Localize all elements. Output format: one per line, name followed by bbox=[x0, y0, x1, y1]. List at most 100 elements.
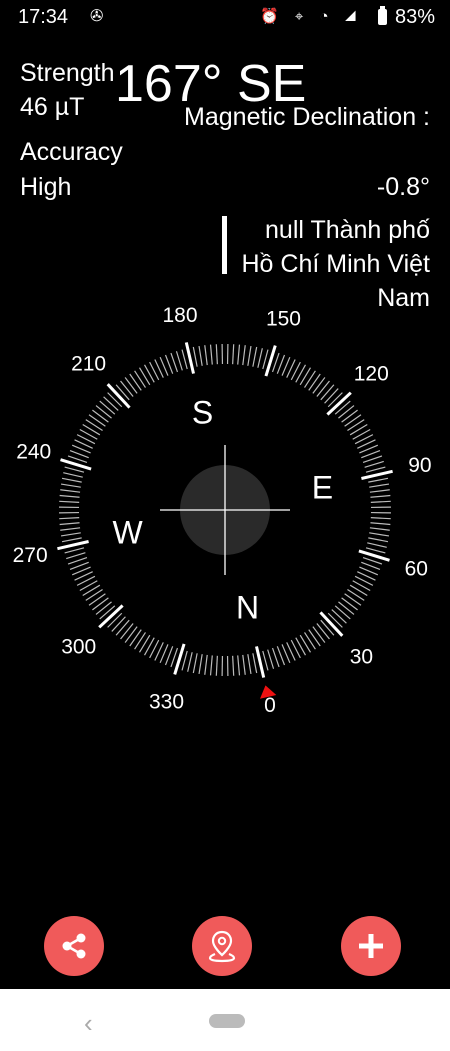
dial-tick bbox=[64, 547, 85, 554]
dial-tick bbox=[134, 632, 146, 650]
battery-percent: 83% bbox=[395, 6, 436, 28]
degree-label: 90 bbox=[408, 454, 431, 477]
dial-tick bbox=[66, 552, 86, 560]
camera-shutter-icon: ✇ bbox=[90, 8, 104, 25]
dial-tick bbox=[271, 647, 280, 668]
dial-tick bbox=[59, 494, 80, 498]
plus-icon bbox=[359, 934, 383, 958]
dial-tick bbox=[138, 367, 151, 386]
accuracy-value: High bbox=[20, 173, 72, 201]
dial-tick bbox=[85, 419, 103, 431]
dial-tick bbox=[107, 612, 123, 628]
dial-tick bbox=[198, 654, 203, 675]
dial-tick bbox=[60, 532, 81, 537]
dial-tick bbox=[334, 605, 351, 620]
degree-label: 120 bbox=[354, 363, 389, 386]
dial-tick bbox=[198, 345, 203, 366]
strength-value: 46 µT bbox=[20, 93, 85, 121]
dial-tick bbox=[349, 584, 368, 597]
dial-tick bbox=[120, 380, 134, 397]
dial-tick bbox=[181, 349, 188, 370]
dial-tick bbox=[349, 423, 368, 436]
degree-label: 270 bbox=[13, 544, 48, 567]
dial-tick bbox=[187, 652, 193, 672]
dial-tick bbox=[344, 593, 362, 606]
dial-tick bbox=[338, 405, 355, 419]
dial-tick bbox=[59, 522, 80, 526]
share-icon bbox=[62, 933, 86, 959]
dial-tick bbox=[327, 612, 343, 628]
dial-tick bbox=[107, 392, 123, 408]
dial-tick bbox=[312, 377, 326, 394]
battery-icon bbox=[378, 6, 387, 25]
dial-tick bbox=[181, 650, 188, 671]
dial-tick bbox=[362, 455, 383, 464]
dial-tick bbox=[124, 377, 138, 394]
degree-label: 180 bbox=[162, 304, 197, 327]
dial-tick bbox=[192, 653, 198, 674]
degree-label: 30 bbox=[350, 645, 373, 668]
degree-label: 60 bbox=[405, 557, 428, 580]
dial-tick bbox=[369, 532, 390, 537]
dial-tick bbox=[103, 396, 119, 411]
back-button[interactable]: ‹ bbox=[84, 1008, 93, 1039]
dial-tick bbox=[138, 634, 151, 653]
dial-tick bbox=[63, 472, 83, 478]
dial-tick bbox=[215, 655, 218, 676]
home-button[interactable] bbox=[209, 1014, 245, 1028]
dial-tick bbox=[331, 609, 347, 624]
dial-tick bbox=[367, 542, 387, 548]
dial-tick bbox=[95, 405, 112, 419]
cardinal-w: W bbox=[112, 514, 143, 550]
dial-tick bbox=[365, 547, 386, 554]
dial-tick bbox=[59, 517, 80, 520]
dial-tick bbox=[92, 409, 109, 423]
dial-tick bbox=[60, 489, 81, 493]
declination-label: Magnetic Declination : bbox=[184, 103, 430, 131]
dial-tick bbox=[129, 373, 142, 391]
dial-tick bbox=[247, 654, 252, 675]
degree-label: 300 bbox=[61, 635, 96, 658]
dial-tick bbox=[88, 414, 106, 427]
dial-tick bbox=[257, 348, 263, 368]
dial-tick bbox=[347, 419, 365, 431]
share-button[interactable] bbox=[44, 916, 104, 976]
dial-tick bbox=[64, 466, 85, 473]
cardinal-s: S bbox=[192, 395, 213, 431]
dial-tick bbox=[252, 653, 258, 674]
compass-dial[interactable]: 0306090120150180210240270300330 S E W N bbox=[0, 290, 450, 740]
dial-tick bbox=[242, 654, 246, 675]
dial-tick bbox=[304, 632, 316, 650]
dial-tick bbox=[88, 593, 106, 606]
add-button[interactable] bbox=[341, 916, 401, 976]
dial-tick bbox=[247, 345, 252, 366]
dial-tick bbox=[82, 584, 101, 597]
cardinal-n: N bbox=[236, 589, 259, 625]
dial-tick bbox=[237, 655, 241, 676]
dial-tick bbox=[320, 619, 335, 636]
dial-tick bbox=[232, 655, 235, 676]
dial-tick bbox=[215, 344, 218, 365]
dial-tick bbox=[338, 601, 355, 615]
dial-tick bbox=[308, 629, 321, 647]
dial-tick bbox=[124, 626, 138, 643]
degree-label: 330 bbox=[149, 690, 184, 713]
dial-tick bbox=[209, 655, 213, 676]
dial-tick bbox=[344, 414, 362, 427]
dial-tick bbox=[341, 409, 358, 423]
dial-tick bbox=[347, 589, 365, 601]
dial-tick bbox=[60, 527, 81, 531]
heading-indicator bbox=[222, 216, 227, 274]
dial-tick bbox=[67, 556, 88, 565]
dial-tick bbox=[85, 589, 103, 601]
dial-tick bbox=[82, 423, 101, 436]
dial-tick bbox=[175, 351, 183, 371]
dial-tick bbox=[365, 466, 386, 473]
dial-tick bbox=[370, 494, 391, 498]
location-button[interactable] bbox=[192, 916, 252, 976]
dial-tick bbox=[120, 623, 134, 640]
dial-tick bbox=[209, 344, 213, 365]
dial-tick bbox=[232, 344, 235, 365]
degree-label: 210 bbox=[71, 353, 106, 376]
dial-tick bbox=[368, 477, 389, 483]
